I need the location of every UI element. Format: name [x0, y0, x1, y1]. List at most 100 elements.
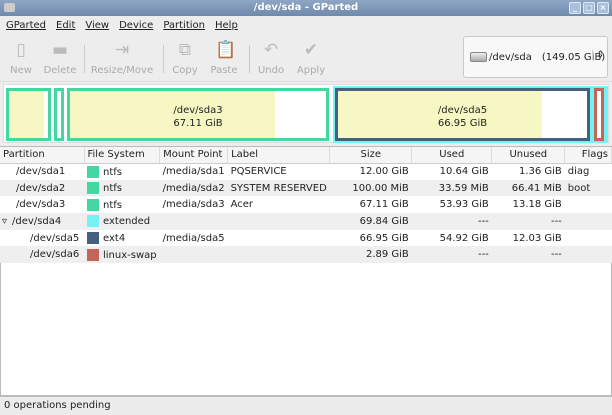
- size-cell: 2.89 GiB: [329, 246, 412, 264]
- partition-cell: /dev/sda6: [0, 246, 84, 264]
- unused-cell: 13.18 GiB: [512, 199, 562, 211]
- col-size[interactable]: Size: [329, 147, 413, 164]
- col-file-system[interactable]: File System: [84, 147, 161, 164]
- menu-bar: GParted Edit View Device Partition Help: [0, 16, 612, 35]
- undo-icon: ↶: [263, 40, 279, 60]
- size-cell: 67.11 GiB: [359, 199, 409, 211]
- expander-icon[interactable]: ▿: [2, 216, 7, 227]
- label-cell: [228, 230, 330, 247]
- col-mount-point[interactable]: Mount Point: [159, 147, 229, 164]
- used-cell: 53.93 GiB: [439, 199, 489, 211]
- size-cell: 100.00 MiB: [329, 179, 412, 197]
- col-unused[interactable]: Unused: [491, 147, 566, 164]
- filesystem-color-swatch: [87, 215, 99, 228]
- new-icon: ▯: [16, 40, 26, 60]
- filesystem-color-swatch: [87, 198, 99, 211]
- copy-button[interactable]: ⧉ Copy: [170, 39, 200, 76]
- menu-view[interactable]: View: [85, 20, 109, 31]
- table-row[interactable]: /dev/sda1 ntfs /media/sda1 PQSERVICE 12.…: [0, 163, 612, 180]
- filesystem-color-swatch: [87, 165, 99, 178]
- menu-device[interactable]: Device: [119, 20, 153, 31]
- filesystem-cell: ntfs: [84, 196, 160, 213]
- flags-cell: diag: [567, 166, 590, 178]
- filesystem-cell: extended: [84, 213, 160, 230]
- used-fill: [57, 91, 59, 138]
- used-cell: 54.92 GiB: [439, 232, 489, 244]
- unused-cell: 66.41 MiB: [491, 179, 565, 197]
- size-cell: 69.84 GiB: [329, 213, 412, 230]
- graph-partition-sda1[interactable]: [6, 88, 51, 141]
- filesystem-color-swatch: [87, 182, 99, 195]
- maximize-button[interactable]: □: [583, 2, 595, 14]
- col-flags[interactable]: Flags: [564, 147, 612, 164]
- label-cell: [227, 246, 330, 264]
- minimize-button[interactable]: _: [569, 2, 581, 14]
- resize-icon: ⇥: [114, 40, 130, 60]
- graph-partition-sda5[interactable]: /dev/sda5 66.95 GiB: [335, 88, 590, 141]
- status-bar: 0 operations pending: [0, 396, 612, 415]
- menu-edit[interactable]: Edit: [56, 20, 75, 31]
- resize-move-button[interactable]: ⇥ Resize/Move: [90, 39, 154, 76]
- graph-partition-sda6[interactable]: [594, 88, 604, 141]
- table-row[interactable]: /dev/sda6 linux-swap 2.89 GiB --- ---: [0, 246, 612, 264]
- partition-size: 66.95 GiB: [437, 118, 488, 129]
- copy-icon: ⧉: [178, 40, 192, 60]
- menu-partition[interactable]: Partition: [163, 20, 205, 31]
- filesystem-color-swatch: [87, 232, 99, 245]
- close-button[interactable]: ×: [597, 2, 609, 14]
- delete-icon: ▬: [51, 40, 69, 60]
- partition-name: /dev/sda5: [437, 105, 488, 116]
- graph-partition-sda3[interactable]: /dev/sda3 67.11 GiB: [67, 88, 329, 141]
- app-icon: [4, 3, 15, 12]
- menu-help[interactable]: Help: [215, 20, 238, 31]
- separator: [163, 45, 164, 73]
- filesystem-cell: ntfs: [84, 163, 160, 180]
- used-cell: 33.59 MiB: [411, 179, 492, 197]
- unused-cell: ---: [491, 213, 565, 230]
- unused-cell: 1.36 GiB: [518, 166, 562, 178]
- table-row[interactable]: /dev/sda2 ntfs /media/sda2 SYSTEM RESERV…: [0, 179, 612, 197]
- flags-cell: [565, 196, 612, 213]
- mount-point-cell: /media/sda1: [162, 166, 225, 178]
- device-selector[interactable]: /dev/sda (149.05 GiB) ⇕: [463, 36, 608, 78]
- graph-partition-sda2[interactable]: [54, 88, 64, 141]
- used-fill: [9, 91, 44, 138]
- col-partition[interactable]: Partition: [0, 147, 85, 164]
- status-text: 0 operations pending: [4, 400, 111, 411]
- table-row[interactable]: ▿/dev/sda4 extended 69.84 GiB --- ---: [0, 213, 612, 230]
- menu-gparted[interactable]: GParted: [6, 20, 46, 31]
- partition-cell: /dev/sda2: [0, 179, 84, 197]
- disk-graph: /dev/sda3 67.11 GiB /dev/sda5 66.95 GiB: [3, 84, 609, 143]
- label-cell: Acer: [230, 199, 253, 211]
- size-cell: 66.95 GiB: [359, 232, 409, 244]
- used-cell: ---: [411, 213, 492, 230]
- apply-button[interactable]: ✔ Apply: [294, 39, 328, 76]
- paste-icon: 📋: [215, 40, 237, 60]
- window-title: /dev/sda - GParted: [253, 2, 359, 13]
- mount-point-cell: [159, 246, 228, 264]
- mount-point-cell: /media/sda2: [159, 179, 228, 197]
- hard-disk-icon: [470, 52, 487, 62]
- filesystem-cell: ntfs: [84, 179, 160, 197]
- table-row[interactable]: /dev/sda5 ext4 /media/sda5 66.95 GiB 54.…: [0, 230, 612, 247]
- undo-button[interactable]: ↶ Undo: [255, 39, 287, 76]
- mount-point-cell: /media/sda5: [162, 232, 225, 244]
- delete-button[interactable]: ▬ Delete: [42, 39, 78, 76]
- col-label[interactable]: Label: [227, 147, 331, 164]
- separator: [249, 45, 250, 73]
- title-bar: /dev/sda - GParted _ □ ×: [0, 0, 612, 16]
- device-name: /dev/sda: [489, 51, 532, 63]
- partition-cell: /dev/sda5: [30, 232, 80, 244]
- partition-cell: /dev/sda3: [16, 199, 66, 211]
- partition-cell: /dev/sda1: [16, 166, 66, 178]
- apply-icon: ✔: [303, 40, 319, 60]
- table-row[interactable]: /dev/sda3 ntfs /media/sda3 Acer 67.11 Gi…: [0, 196, 612, 213]
- mount-point-cell: /media/sda3: [162, 199, 225, 211]
- paste-button[interactable]: 📋 Paste: [208, 39, 240, 76]
- flags-cell: [565, 230, 612, 247]
- mount-point-cell: [159, 213, 228, 230]
- size-cell: 12.00 GiB: [359, 166, 409, 178]
- unused-cell: ---: [491, 246, 565, 264]
- new-button[interactable]: ▯ New: [8, 39, 34, 76]
- col-used[interactable]: Used: [411, 147, 493, 164]
